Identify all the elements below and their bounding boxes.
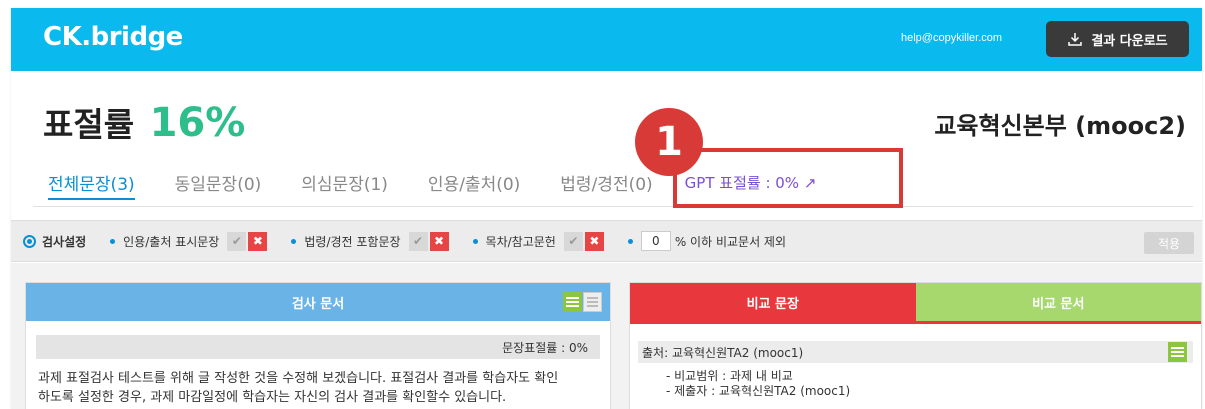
rate-label: 표절률 xyxy=(43,105,135,144)
callout-number-badge: 1 xyxy=(635,108,703,176)
source-meta: - 비교범위 : 과제 내 비교 - 제출자 : 교육혁신원TA2 (mooc1… xyxy=(666,369,1201,399)
option-label: 목차/참고문헌 xyxy=(485,234,556,249)
settings-radio-icon xyxy=(23,234,36,248)
text-line: 과제 표절검사 테스트를 위해 글 작성한 것을 수정해 보겠습니다. 표절검사… xyxy=(38,371,559,386)
plagiarism-rate-title: 표절률 16% xyxy=(43,98,245,146)
option-citations: 인용/출처 표시문장 ✔ ✖ xyxy=(110,231,268,251)
comparison-panel: 비교 문장 비교 문서 출처: 교육혁신원TA2 (mooc1) - 비교범위 … xyxy=(629,282,1202,409)
tab-compare-document[interactable]: 비교 문서 xyxy=(915,283,1201,321)
tabs-divider xyxy=(33,206,1193,207)
settings-title-label: 검사설정 xyxy=(42,234,87,249)
text-line: 하도록 설정한 경우, 과제 마감일정에 학습자는 자신의 검사 결과를 확인할… xyxy=(38,390,507,405)
comparison-tabs: 비교 문장 비교 문서 xyxy=(630,283,1201,321)
sentence-rate: 문장표절률 : 0% xyxy=(502,340,588,355)
bullet-icon xyxy=(291,238,297,244)
tab-suspicious-sentences[interactable]: 의심문장(1) xyxy=(301,170,388,200)
callout-highlight-box xyxy=(673,148,903,208)
tab-all-sentences[interactable]: 전체문장(3) xyxy=(48,170,135,200)
download-label: 결과 다운로드 xyxy=(1091,33,1168,49)
comparison-area: 검사 문서 문장표절률 : 0% 과제 표절검사 테스트를 위해 글 작성한 것… xyxy=(11,263,1202,409)
bullet-icon xyxy=(627,238,633,244)
include-check-button[interactable]: ✔ xyxy=(227,231,247,251)
include-check-button[interactable]: ✔ xyxy=(563,231,583,251)
meta-line: - 제출자 : 교육혁신원TA2 (mooc1) xyxy=(666,384,851,398)
inspected-document-header: 검사 문서 xyxy=(26,283,610,321)
source-label: 출처: 교육혁신원TA2 (mooc1) xyxy=(642,345,804,360)
option-threshold: 0 % 이하 비교문서 제외 xyxy=(627,231,787,251)
document-text: 과제 표절검사 테스트를 위해 글 작성한 것을 수정해 보겠습니다. 표절검사… xyxy=(38,369,598,407)
exclude-x-button[interactable]: ✖ xyxy=(248,231,268,251)
threshold-label: % 이하 비교문서 제외 xyxy=(674,234,787,249)
list-view-icon[interactable] xyxy=(1168,342,1187,362)
option-label: 법령/경전 포함문장 xyxy=(304,234,401,249)
tab-compare-sentence[interactable]: 비교 문장 xyxy=(630,283,916,321)
download-icon xyxy=(1068,33,1083,46)
list-view-icon[interactable] xyxy=(563,292,582,312)
organization-name: 교육혁신본부 (mooc2) xyxy=(934,112,1186,140)
settings-title[interactable]: 검사설정 xyxy=(23,233,86,250)
support-email[interactable]: help@copykiller.com xyxy=(901,32,1002,44)
option-laws: 법령/경전 포함문장 ✔ ✖ xyxy=(291,231,449,251)
bullet-icon xyxy=(110,238,116,244)
inspected-document-panel: 검사 문서 문장표절률 : 0% 과제 표절검사 테스트를 위해 글 작성한 것… xyxy=(25,282,611,409)
meta-line: - 비교범위 : 과제 내 비교 xyxy=(666,369,793,383)
view-toggle xyxy=(563,292,602,312)
option-label: 인용/출처 표시문장 xyxy=(123,234,220,249)
exclude-x-button[interactable]: ✖ xyxy=(429,231,449,251)
tab-underline xyxy=(630,321,1201,324)
top-header: CK.bridge help@copykiller.com 결과 다운로드 xyxy=(11,8,1202,71)
tab-identical-sentences[interactable]: 동일문장(0) xyxy=(175,170,262,200)
include-check-button[interactable]: ✔ xyxy=(408,231,428,251)
threshold-input[interactable]: 0 xyxy=(640,231,671,251)
source-row: 출처: 교육혁신원TA2 (mooc1) xyxy=(638,341,1193,363)
app-logo[interactable]: CK.bridge xyxy=(43,22,183,52)
panel-title: 검사 문서 xyxy=(291,296,345,312)
report-page: CK.bridge help@copykiller.com 결과 다운로드 표절… xyxy=(11,8,1202,409)
settings-bar: 검사설정 인용/출처 표시문장 ✔ ✖ 법령/경전 포함문장 ✔ ✖ 목차/참고… xyxy=(11,220,1202,262)
sentence-rate-row: 문장표절률 : 0% xyxy=(36,335,600,359)
option-references: 목차/참고문헌 ✔ ✖ xyxy=(472,231,604,251)
exclude-x-button[interactable]: ✖ xyxy=(584,231,604,251)
full-view-icon[interactable] xyxy=(583,292,602,312)
tab-citations[interactable]: 인용/출처(0) xyxy=(428,170,520,200)
tab-laws-scriptures[interactable]: 법령/경전(0) xyxy=(560,170,652,200)
apply-button[interactable]: 적용 xyxy=(1144,232,1194,254)
bullet-icon xyxy=(472,238,478,244)
download-results-button[interactable]: 결과 다운로드 xyxy=(1046,21,1189,57)
rate-value: 16% xyxy=(149,100,246,146)
